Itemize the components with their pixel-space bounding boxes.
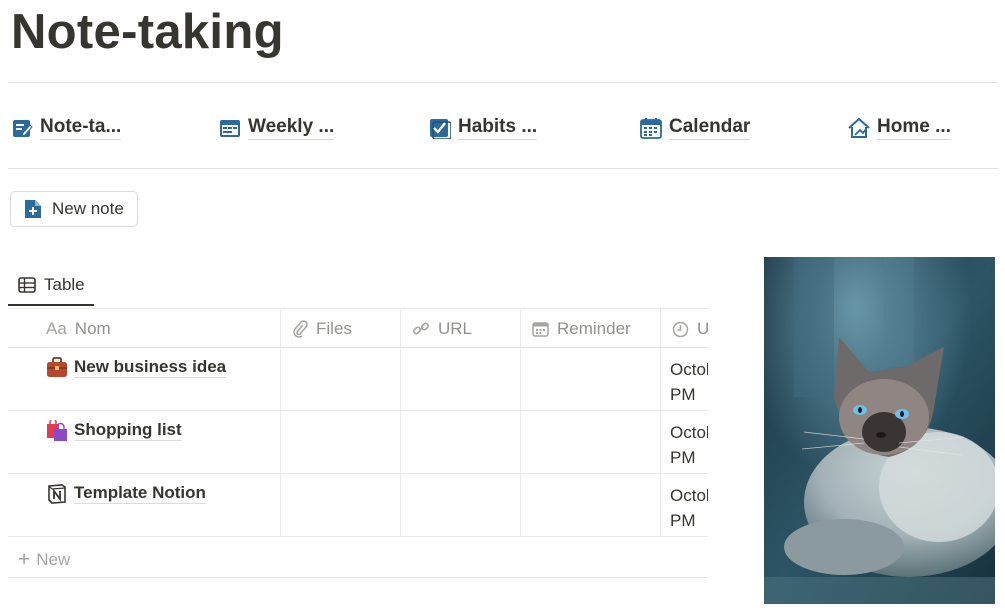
- files-cell[interactable]: [281, 348, 401, 411]
- link-icon: [412, 322, 430, 335]
- new-note-button[interactable]: New note: [10, 191, 138, 227]
- notion-logo-icon: [48, 484, 66, 504]
- checkbox-icon: [430, 119, 451, 139]
- column-header-nom[interactable]: Aa Nom: [8, 309, 281, 349]
- updated-text: Octol: [670, 360, 708, 379]
- updated-cell: Octol PM: [661, 474, 708, 537]
- row-title: New business idea: [74, 357, 227, 378]
- name-cell[interactable]: New business idea: [8, 348, 281, 411]
- table-header: Aa Nom Files URL Reminder U: [8, 308, 708, 349]
- table-row[interactable]: Template Notion Octol PM: [8, 474, 708, 537]
- updated-text: Octol: [670, 423, 708, 442]
- plus-icon: +: [18, 547, 31, 571]
- link-label: Calendar: [669, 116, 751, 140]
- link-calendar[interactable]: Calendar: [640, 116, 751, 140]
- reminder-cell[interactable]: [521, 411, 661, 474]
- column-label: Reminder: [557, 319, 631, 338]
- files-cell[interactable]: [281, 411, 401, 474]
- updated-text: Octol: [670, 486, 708, 505]
- cat-photo: [764, 257, 995, 604]
- url-cell[interactable]: [401, 411, 521, 474]
- updated-text: PM: [670, 385, 696, 404]
- page-title: Note-taking: [11, 5, 284, 59]
- column-header-updated[interactable]: U: [661, 309, 708, 349]
- updated-text: PM: [670, 448, 696, 467]
- link-label: Habits ...: [458, 116, 538, 140]
- column-header-files[interactable]: Files: [281, 309, 401, 349]
- clock-icon: [672, 321, 689, 337]
- row-title: Shopping list: [74, 420, 182, 441]
- link-home[interactable]: Home ...: [848, 116, 951, 140]
- name-cell[interactable]: Shopping list: [8, 411, 281, 474]
- table-row[interactable]: Shopping list Octol PM: [8, 411, 708, 474]
- divider: [8, 168, 998, 169]
- new-note-label: New note: [52, 199, 124, 218]
- name-cell[interactable]: Template Notion: [8, 474, 281, 537]
- column-header-url[interactable]: URL: [401, 309, 521, 349]
- files-cell[interactable]: [281, 474, 401, 537]
- link-label: Home ...: [877, 116, 951, 140]
- updated-text: PM: [670, 511, 696, 530]
- updated-cell: Octol PM: [661, 411, 708, 474]
- home-icon: [848, 117, 870, 138]
- reminder-cell[interactable]: [521, 348, 661, 411]
- tab-label: Table: [44, 275, 85, 294]
- updated-cell: Octol PM: [661, 348, 708, 411]
- shopping-bags-icon: [47, 420, 67, 441]
- add-row-label: New: [36, 549, 71, 569]
- column-label: URL: [438, 319, 473, 338]
- reminder-cell[interactable]: [521, 474, 661, 537]
- row-title: Template Notion: [74, 483, 206, 504]
- table-row[interactable]: New business idea Octol PM: [8, 348, 708, 411]
- link-habits[interactable]: Habits ...: [429, 116, 538, 140]
- url-cell[interactable]: [401, 474, 521, 537]
- briefcase-icon: [47, 357, 67, 377]
- add-row-button[interactable]: + New: [8, 542, 708, 578]
- link-label: Weekly ...: [248, 116, 335, 140]
- note-icon: [13, 120, 33, 137]
- url-cell[interactable]: [401, 348, 521, 411]
- tab-table[interactable]: Table: [8, 270, 94, 306]
- column-label: Files: [316, 319, 352, 338]
- divider: [8, 82, 998, 83]
- column-header-reminder[interactable]: Reminder: [521, 309, 661, 349]
- weekly-planner-icon: [220, 120, 240, 137]
- paperclip-icon: [293, 320, 308, 338]
- link-weekly[interactable]: Weekly ...: [219, 116, 335, 140]
- database-table: Aa Nom Files URL Reminder U New business…: [8, 308, 708, 578]
- column-label: U: [697, 319, 708, 338]
- calendar-property-icon: [532, 321, 549, 337]
- add-document-icon: [25, 200, 41, 218]
- table-icon: [18, 277, 36, 293]
- column-label: Nom: [74, 319, 111, 338]
- link-note-taking[interactable]: Note-ta...: [11, 116, 122, 140]
- calendar-icon: [640, 118, 662, 139]
- text-property-icon: Aa: [46, 319, 67, 338]
- link-label: Note-ta...: [40, 116, 122, 140]
